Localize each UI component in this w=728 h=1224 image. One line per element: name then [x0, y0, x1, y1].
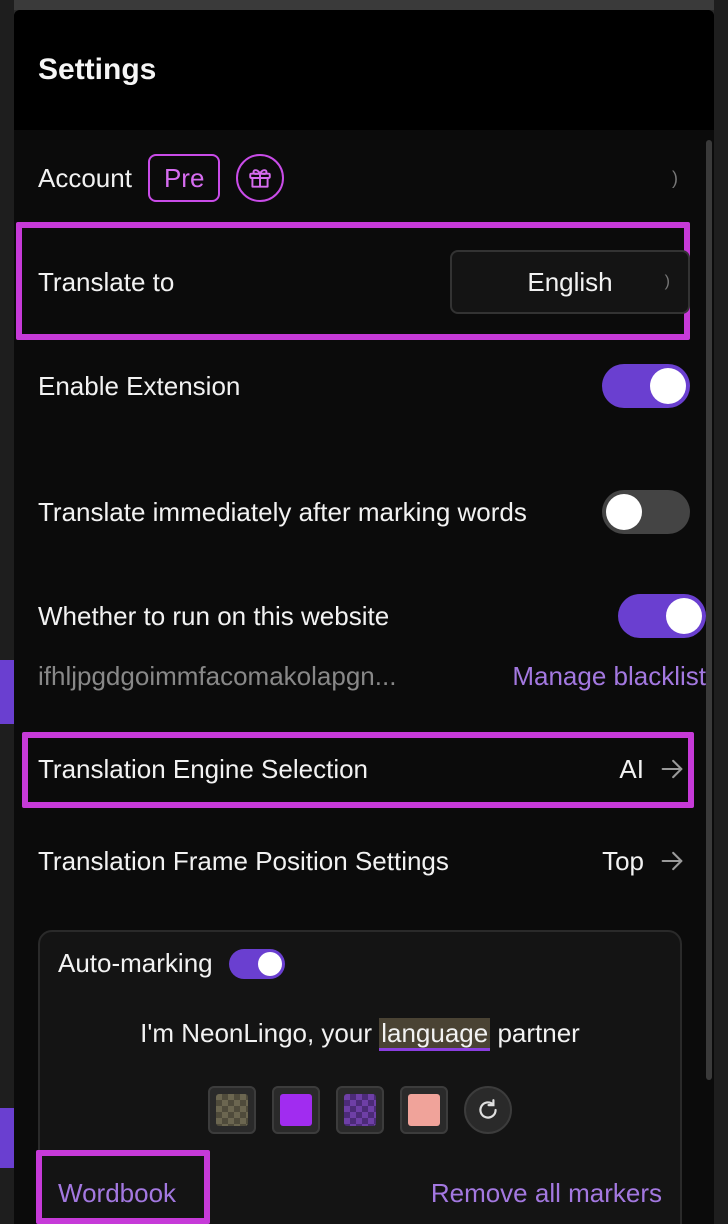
translate-to-row: Translate to English ) [38, 250, 690, 314]
frame-position-row[interactable]: Translation Frame Position Settings Top [38, 836, 690, 886]
scrollbar[interactable] [706, 140, 712, 1220]
background-page-accent [0, 1108, 14, 1168]
engine-value: AI [619, 753, 644, 784]
background-page-right [714, 0, 728, 1224]
frame-position-value: Top [602, 845, 644, 876]
enable-extension-toggle[interactable] [602, 364, 690, 408]
refresh-icon[interactable] [464, 1086, 512, 1134]
browser-top-edge [0, 0, 728, 10]
auto-marking-label: Auto-marking [58, 948, 213, 978]
language-value: English [527, 266, 613, 297]
sample-text: partner [490, 1018, 580, 1048]
translate-immediately-toggle[interactable] [602, 490, 690, 534]
arrow-right-icon [661, 851, 683, 871]
account-label: Account [38, 162, 132, 193]
marker-style-swatches [208, 1086, 512, 1134]
page-title: Settings [38, 53, 157, 86]
chevron-right-icon: ) [672, 167, 678, 188]
run-on-site-toggle[interactable] [618, 594, 706, 638]
settings-header: Settings [14, 10, 714, 130]
translate-to-label: Translate to [38, 266, 175, 297]
engine-label: Translation Engine Selection [38, 753, 369, 784]
remove-all-markers-link[interactable]: Remove all markers [431, 1178, 662, 1209]
manage-blacklist-link[interactable]: Manage blacklist [512, 661, 706, 692]
swatch-checkered-olive[interactable] [208, 1086, 256, 1134]
account-row[interactable]: Account Pre ) [38, 150, 690, 206]
translate-immediately-row: Translate immediately after marking word… [38, 462, 690, 562]
enable-extension-row: Enable Extension [38, 364, 690, 408]
gift-icon[interactable] [236, 154, 285, 202]
pre-badge[interactable]: Pre [147, 154, 221, 202]
settings-panel: Settings Account Pre ) Translate to Engl… [14, 10, 714, 1224]
translate-immediately-label: Translate immediately after marking word… [38, 497, 527, 527]
chevron-right-icon: ) [664, 273, 670, 290]
swatch-salmon[interactable] [400, 1086, 448, 1134]
language-select[interactable]: English ) [450, 250, 690, 314]
scrollbar-thumb[interactable] [706, 140, 712, 1080]
annotation-highlight [36, 1150, 210, 1224]
background-page-left [0, 0, 14, 1224]
engine-row[interactable]: Translation Engine Selection AI [38, 744, 690, 794]
sample-sentence: I'm NeonLingo, your language partner [40, 1018, 680, 1051]
site-id: ifhljpgdgoimmfacomakolapgn... [38, 660, 397, 691]
arrow-right-icon [661, 759, 683, 779]
swatch-checkered-violet[interactable] [336, 1086, 384, 1134]
enable-extension-label: Enable Extension [38, 370, 241, 401]
swatch-purple[interactable] [272, 1086, 320, 1134]
sample-text: I'm NeonLingo, your [140, 1018, 380, 1048]
blacklist-row: ifhljpgdgoimmfacomakolapgn... Manage bla… [38, 656, 706, 696]
sample-highlighted-word: language [379, 1018, 491, 1051]
auto-marking-toggle[interactable] [228, 948, 285, 979]
background-page-accent [0, 660, 14, 724]
run-on-site-row: Whether to run on this website [38, 594, 706, 638]
run-on-site-label: Whether to run on this website [38, 600, 390, 631]
frame-position-label: Translation Frame Position Settings [38, 845, 449, 876]
